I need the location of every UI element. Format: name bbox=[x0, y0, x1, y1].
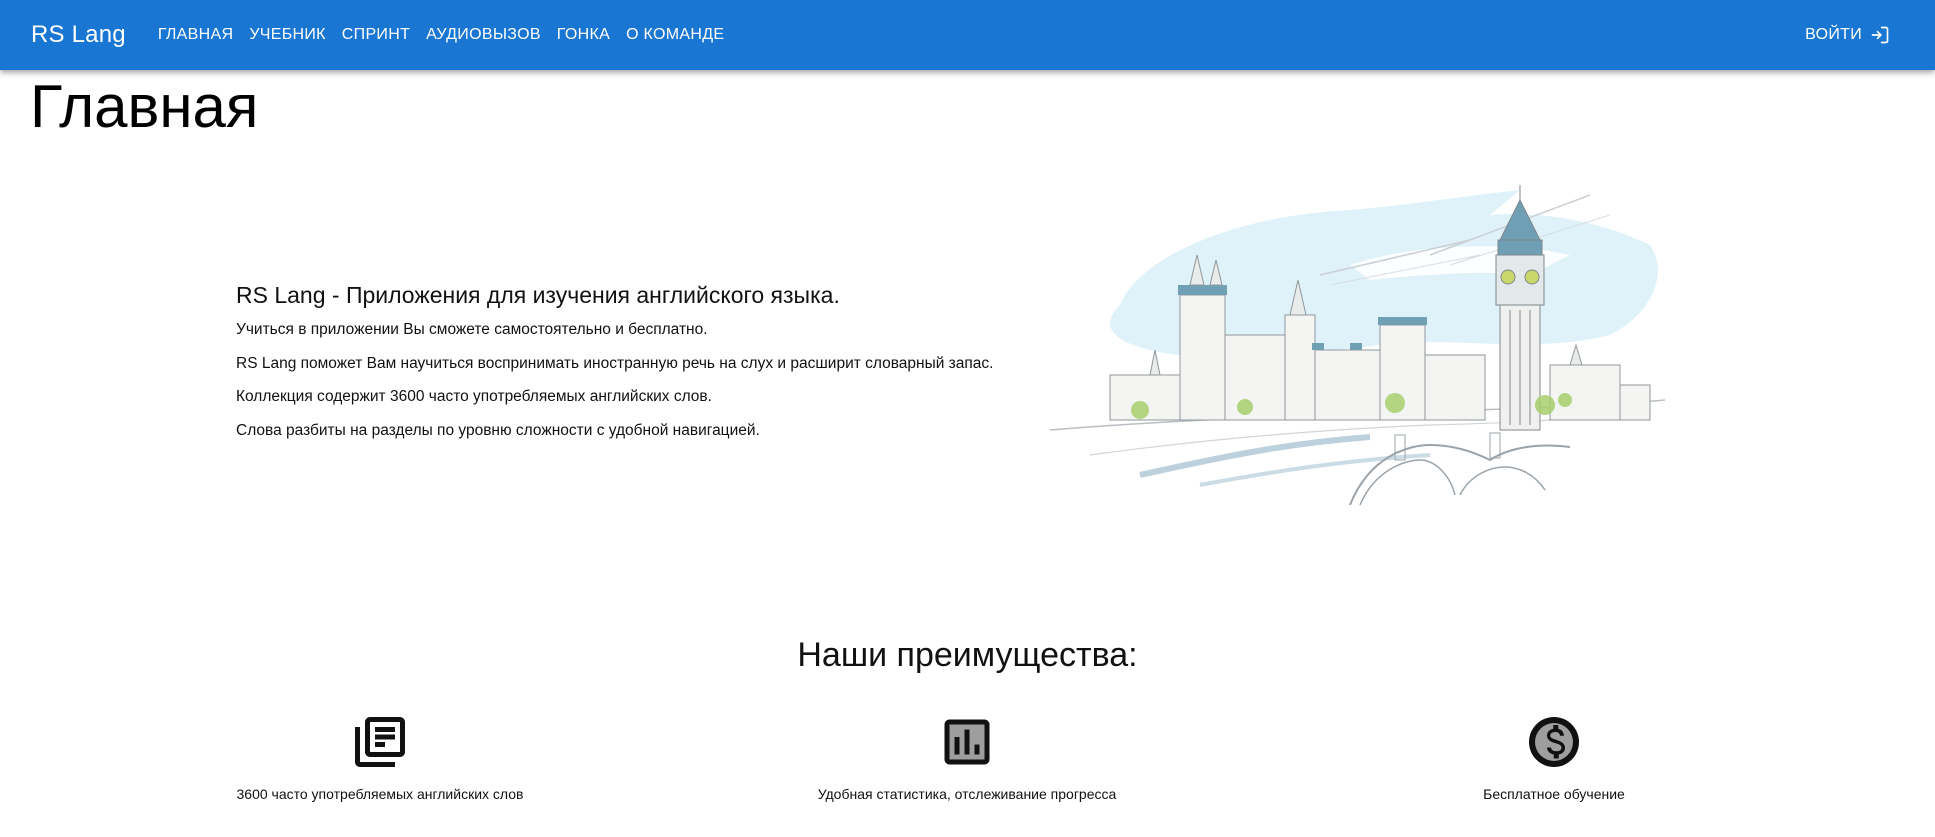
intro-heading: RS Lang - Приложения для изучения англий… bbox=[236, 282, 840, 308]
advantage-caption: 3600 часто употребляемых английских слов bbox=[236, 786, 524, 802]
main-nav: Главная Учебник Спринт Аудиовызов Гонка … bbox=[150, 20, 733, 50]
intro-paragraph: Коллекция содержит 3600 часто употребляе… bbox=[236, 388, 712, 405]
app-bar: RS Lang Главная Учебник Спринт Аудиовызо… bbox=[0, 0, 1935, 70]
page-title: Главная bbox=[30, 73, 259, 140]
login-button[interactable]: Войти bbox=[1797, 19, 1898, 51]
advantages-title: Наши преимущества: bbox=[797, 636, 1138, 674]
advantage-item: 3600 часто употребляемых английских слов bbox=[180, 712, 580, 803]
dollar-circle-icon bbox=[1524, 712, 1584, 772]
advantage-item: Бесплатное обучение bbox=[1354, 712, 1754, 803]
intro-paragraph: RS Lang поможет Вам научиться воспринима… bbox=[236, 354, 994, 372]
advantage-item: Удобная статистика, отслеживание прогрес… bbox=[767, 712, 1167, 803]
nav-item-textbook[interactable]: Учебник bbox=[241, 20, 333, 50]
intro-paragraph: Слова разбиты на разделы по уровню сложн… bbox=[236, 421, 760, 439]
login-label: Войти bbox=[1805, 26, 1862, 43]
nav-item-race[interactable]: Гонка bbox=[549, 20, 618, 50]
brand-logo[interactable]: RS Lang bbox=[31, 21, 126, 49]
intro-section: RS Lang - Приложения для изучения англий… bbox=[236, 280, 1056, 454]
nav-item-sprint[interactable]: Спринт bbox=[334, 20, 418, 50]
intro-paragraph: Учиться в приложении Вы сможете самостоя… bbox=[236, 321, 708, 338]
bar-chart-icon bbox=[937, 712, 997, 772]
advantage-caption: Бесплатное обучение bbox=[1483, 786, 1625, 802]
nav-item-about-team[interactable]: О команде bbox=[618, 20, 732, 50]
nav-item-audiocall[interactable]: Аудиовызов bbox=[418, 20, 549, 50]
login-icon bbox=[1870, 25, 1890, 45]
nav-item-home[interactable]: Главная bbox=[150, 20, 242, 50]
london-big-ben-illustration bbox=[1049, 185, 1670, 515]
library-books-icon bbox=[350, 712, 410, 772]
advantage-caption: Удобная статистика, отслеживание прогрес… bbox=[817, 786, 1117, 802]
